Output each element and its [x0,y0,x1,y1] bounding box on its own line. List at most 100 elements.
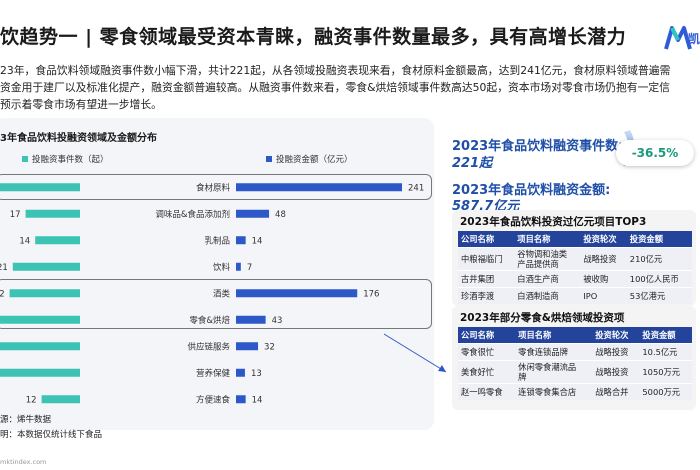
summary-line: 预示着零食市场有望进一步增长。 [0,98,162,111]
table-header: 公司名称 [458,327,516,344]
legend-label: 投融资事件数（起） [32,155,109,165]
bar-amount-6 [236,342,259,351]
table-cell: 被收购 [580,270,627,288]
data-label-amount-0: 241 [408,183,424,193]
table-row: 零食很忙 零食连锁品牌 战略投资 10.5亿元 [458,343,692,361]
table-cell: 战略投资 [592,343,640,361]
bar-amount-0 [236,183,402,192]
table-row: 中粮福临门 谷物调和油类 产品提供商 战略投资 210亿元 [458,247,692,271]
bar-count-4 [9,289,81,298]
data-label-amount-1: 48 [275,210,286,220]
table-header: 投资轮次 [580,231,627,248]
legend-swatch [22,156,28,162]
table-row: 珍酒李渡 白酒制造商 IPO 53亿港元 [458,287,692,304]
change-badge: -36.5% [616,140,694,166]
category-label-7: 营养保健 [196,368,231,379]
table-cell: 谷物调和油类 产品提供商 [514,247,581,271]
source-note: 源：烯牛数据 [0,415,52,425]
data-label-amount-8: 14 [252,395,263,405]
table-cell: 5000万元 [639,383,692,400]
table-cell: 战略合并 [592,383,640,400]
data-label-amount-7: 13 [251,369,262,379]
category-label-6: 供应链服务 [187,341,230,352]
logo-text: 凯 [687,32,700,46]
table-cell: 珍酒李渡 [458,287,515,304]
data-note: 明：本数据仅统计线下食品 [0,430,103,440]
category-label-4: 酒类 [213,288,231,299]
top3-table: 公司名称 项目名称 投资轮次 投资金额 中粮福临门 谷物调和油类 产品提供商 战… [458,231,692,304]
table-cell: 1050万元 [639,360,692,384]
table-cell: 10.5亿元 [639,343,692,361]
table-row: 美食好忙 休闲零食潮流品 牌 战略投资 1050万元 [458,360,692,384]
bar-count-5 [0,315,80,324]
table-cell: 休闲零食潮流品 牌 [515,360,593,384]
legend-item-count: 投融资事件数（起） [22,153,109,165]
legend-swatch [266,156,272,162]
table-cell: 零食很忙 [458,343,516,361]
bar-count-7 [0,368,80,377]
bar-amount-1 [236,209,270,218]
data-label-amount-2: 14 [252,236,263,246]
table-cell: 210亿元 [626,247,692,271]
chart-title: 3年食品饮料投融资领域及金额分布 [0,133,157,144]
category-label-3: 饮料 [213,262,231,273]
table-header: 投资金额 [639,327,692,344]
bar-count-0 [0,183,80,192]
table-cell: 白酒制造商 [514,287,581,304]
table-header: 投资轮次 [592,327,640,344]
data-label-count-4: 22 [0,289,5,299]
bar-amount-2 [236,236,246,245]
bar-chart: 食材原料 241 17 调味品&食品添加剂 48 14 乳制品 14 21 饮料 7 22 酒类 176 零… [0,182,424,405]
bar-amount-5 [236,315,266,324]
table-cell: 零食连锁品牌 [515,343,593,361]
data-label-count-2: 14 [19,236,30,246]
data-label-count-1: 17 [10,210,21,220]
table-cell: 中粮福临门 [458,247,515,271]
summary-line: 23年，食品饮料领域融资事件数小幅下滑，共计221起，从各领域投融资表现来看，食… [0,64,671,77]
legend-label: 投融资金额（亿元） [276,155,353,165]
table-cell: 赵一鸣零食 [458,383,516,400]
category-label-0: 食材原料 [196,182,231,193]
bar-count-1 [25,209,81,218]
summary-text: 23年，食品饮料领域融资事件数小幅下滑，共计221起，从各领域投融资表现来看，食… [0,62,698,113]
legend-item-amount: 投融资金额（亿元） [266,153,353,165]
bar-count-6 [0,342,80,351]
bar-count-8 [41,395,80,404]
table-cell: 古井集团 [458,270,515,288]
table-cell: 连锁零食集合店 [515,383,593,400]
table-row: 古井集团 白酒生产商 被收购 100亿人民币 [458,270,692,288]
bar-amount-4 [236,289,358,298]
watermark: mktindex.com [0,458,47,466]
table-cell: 战略投资 [592,360,640,384]
category-label-8: 方便速食 [196,394,231,405]
bar-amount-8 [236,395,246,404]
snack-table: 公司名称 项目名称 投资轮次 投资金额 零食很忙 零食连锁品牌 战略投资 10.… [458,327,692,400]
page-title: 饮趋势一 | 零食领域最受资本青睐，融资事件数量最多，具有高增长潜力 [0,26,627,48]
table-row: 赵一鸣零食 连锁零食集合店 战略合并 5000万元 [458,383,692,400]
data-label-amount-4: 176 [363,289,379,299]
table-cell: 白酒生产商 [514,270,581,288]
table-cell: 100亿人民币 [626,270,692,288]
category-label-2: 乳制品 [204,235,230,246]
bar-amount-3 [236,262,241,271]
data-label-amount-3: 7 [247,263,252,273]
top3-table-title: 2023年食品饮料投资过亿元项目TOP3 [460,216,647,228]
table-header: 项目名称 [515,327,593,344]
table-header: 项目名称 [514,231,581,248]
table-cell: 53亿港元 [626,287,692,304]
data-label-amount-6: 32 [264,342,275,352]
pointer-arrow-icon [383,333,447,373]
table-cell: 战略投资 [580,247,627,271]
top3-table-panel: 2023年食品饮料投资过亿元项目TOP3 公司名称 项目名称 投资轮次 投资金额… [452,210,696,306]
data-label-count-3: 21 [0,263,8,273]
count-value: 221起 [452,156,493,171]
table-header: 投资金额 [626,231,692,248]
snack-table-panel: 2023年部分零食&烘焙领域投资项 公司名称 项目名称 投资轮次 投资金额 零食… [452,306,696,410]
table-header: 公司名称 [458,231,515,248]
bar-amount-7 [236,368,245,377]
data-label-count-8: 12 [26,395,37,405]
bar-count-2 [35,236,80,245]
bar-count-3 [12,262,80,271]
table-cell: 美食好忙 [458,360,516,384]
snack-table-title: 2023年部分零食&烘焙领域投资项 [460,312,625,324]
